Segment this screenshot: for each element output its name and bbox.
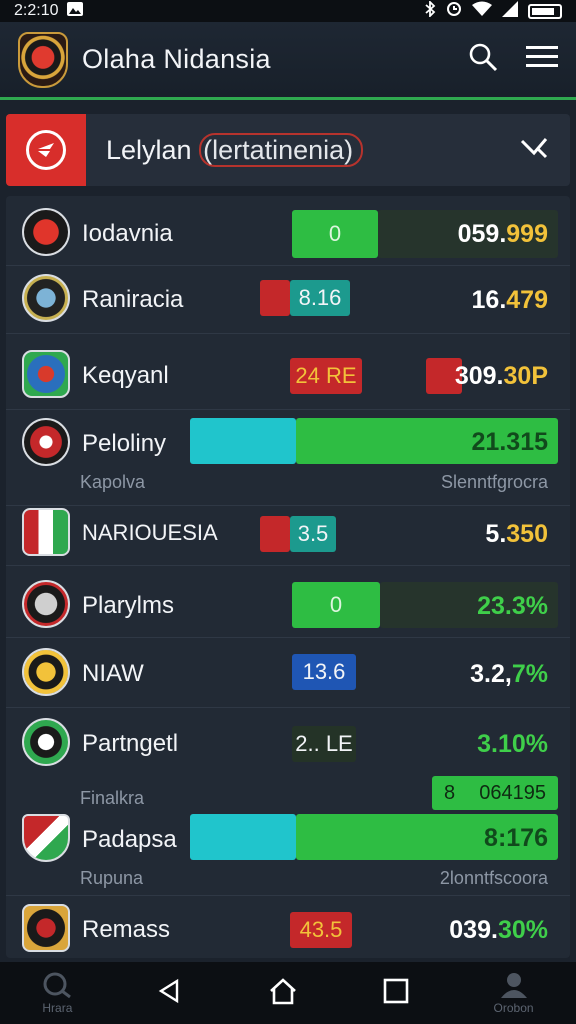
score-value: 059.999	[457, 220, 548, 248]
team-name: NARIOUESIA	[82, 520, 218, 545]
team-row-expanded[interactable]: Peloliny 21.315 Kapolva Slenntfgrocra	[6, 410, 570, 506]
stat-label-left: Kapolva	[80, 472, 146, 492]
nav-profile[interactable]: Orobon	[494, 972, 534, 1015]
team-crest-icon	[22, 718, 70, 766]
app-header: Olaha Nidansia	[0, 22, 576, 100]
score-value: 8:176	[484, 824, 548, 852]
league-badge	[6, 114, 86, 186]
battery-icon	[528, 3, 562, 19]
team-name: Keqyanl	[82, 362, 169, 389]
home-icon[interactable]	[268, 977, 298, 1010]
league-selector[interactable]: Lelylan (lertatinenia)	[6, 114, 570, 186]
team-row[interactable]: NARIOUESIA 3.5 5.350	[6, 498, 570, 566]
summary-badge: 8 064195	[432, 776, 558, 810]
team-row[interactable]: Remass 43.5 039.30%	[6, 896, 570, 964]
score-pill: 0	[292, 582, 380, 628]
nav-profile-label: Orobon	[493, 1000, 534, 1015]
score-pill: 43.5	[290, 912, 352, 948]
team-crest-icon	[22, 418, 70, 466]
team-name: Plarylms	[82, 592, 175, 619]
collapse-icon[interactable]	[520, 137, 548, 164]
score-value: 3.10%	[477, 730, 548, 758]
team-crest-icon	[22, 904, 70, 952]
team-name: Padapsa	[82, 826, 177, 853]
league-title: Lelylan (lertatinenia)	[106, 132, 364, 167]
score-pill: 3.5	[290, 516, 336, 552]
summary-badge-key: 8	[444, 781, 456, 804]
team-name: Raniracia	[82, 286, 184, 313]
score-value: 16.479	[471, 286, 548, 314]
status-bar: 2:2:10	[0, 0, 576, 22]
score-pill: 24 RE	[290, 358, 362, 394]
bluetooth-icon	[424, 0, 436, 21]
score-pill: 8.16	[290, 280, 350, 316]
score-value: 23.3%	[477, 592, 548, 620]
navigation-bar: Hrara Orobon	[0, 962, 576, 1024]
status-time: 2:2:10	[14, 2, 59, 19]
team-row-expanded[interactable]: Finalkra 8 064195 Padapsa 8:176 Rupuna 2l…	[6, 776, 570, 896]
team-crest-icon	[22, 274, 70, 322]
stat-label-top: Finalkra	[80, 788, 145, 808]
score-pill: 0	[292, 210, 378, 258]
team-name: Iodavnia	[82, 220, 173, 247]
menu-icon[interactable]	[526, 45, 558, 74]
team-crest-icon	[22, 648, 70, 696]
score-value: 039.30%	[449, 916, 548, 944]
progress-bar-cyan	[190, 814, 296, 860]
score-value: 309.30P	[454, 362, 548, 390]
progress-bar-cyan	[190, 418, 296, 464]
score-pill: 13.6	[292, 654, 356, 690]
team-row[interactable]: NIAW 13.6 3.2,7%	[6, 640, 570, 708]
team-crest-icon	[22, 350, 70, 398]
search-icon[interactable]	[468, 42, 498, 77]
score-value: 5.350	[485, 520, 548, 548]
score-pill-marker	[260, 516, 290, 552]
team-row[interactable]: Raniracia 8.16 16.479	[6, 266, 570, 334]
team-list: Iodavnia 0 059.999 Raniracia 8.16 16.479…	[6, 196, 570, 958]
league-subtitle: (lertatinenia)	[199, 132, 364, 167]
stat-label-left: Rupuna	[80, 868, 144, 888]
team-row[interactable]: Keqyanl 24 RE 309.30P	[6, 342, 570, 410]
score-pill: 2.. LE	[292, 726, 356, 762]
score-pill-marker	[260, 280, 290, 316]
stat-label-right: 2lonntfscoora	[439, 868, 548, 888]
nav-search[interactable]: Hrara	[42, 972, 72, 1015]
app-logo	[18, 31, 68, 88]
team-row[interactable]: Plarylms 0 23.3%	[6, 570, 570, 638]
score-value: 3.2,7%	[470, 660, 548, 688]
league-name: Lelylan	[106, 134, 192, 165]
recents-icon[interactable]	[383, 978, 409, 1009]
team-crest-icon	[22, 208, 70, 256]
app-title: Olaha Nidansia	[82, 44, 271, 74]
summary-badge-value: 064195	[479, 781, 546, 804]
team-row[interactable]: Partngetl 2.. LE 3.10%	[6, 710, 570, 778]
team-crest-icon	[22, 580, 70, 628]
team-name: Remass	[82, 916, 171, 943]
wifi-icon	[472, 1, 492, 21]
alarm-icon	[446, 1, 462, 21]
team-name: NIAW	[82, 660, 144, 687]
nav-search-label: Hrara	[42, 1000, 73, 1015]
team-name: Partngetl	[82, 730, 179, 757]
back-icon[interactable]	[157, 978, 183, 1009]
signal-icon	[502, 1, 518, 21]
team-crest-icon	[22, 508, 70, 556]
image-icon	[66, 1, 84, 22]
score-value: 21.315	[471, 428, 548, 456]
team-name: Peloliny	[82, 430, 167, 457]
team-row[interactable]: Iodavnia 0 059.999	[6, 198, 570, 266]
team-crest-icon	[22, 814, 70, 862]
stat-label-right: Slenntfgrocra	[440, 472, 548, 492]
